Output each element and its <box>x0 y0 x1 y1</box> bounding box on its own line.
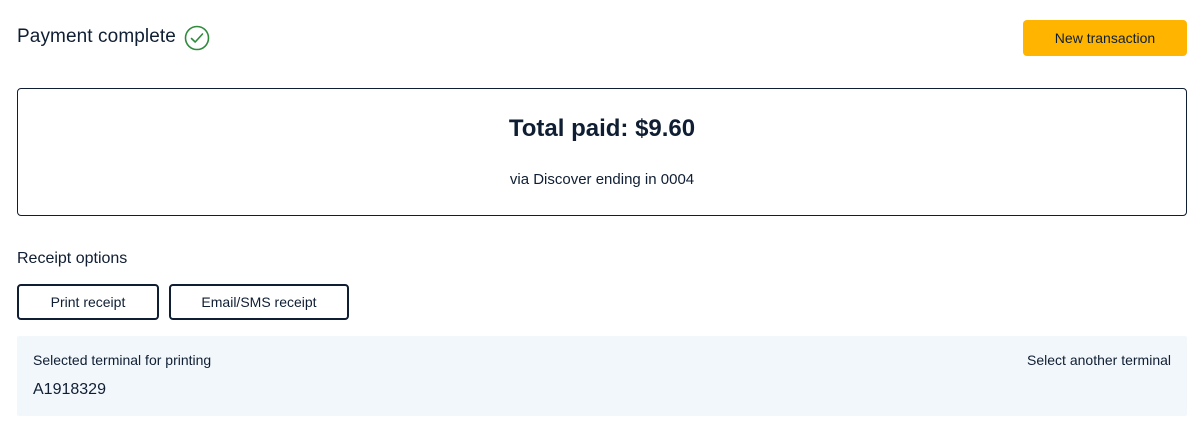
total-paid-amount: Total paid: $9.60 <box>508 115 696 142</box>
terminal-panel: Selected terminal for printing A1918329 … <box>17 336 1187 416</box>
select-another-terminal-link[interactable]: Select another terminal <box>1027 352 1171 368</box>
terminal-label: Selected terminal for printing <box>33 352 212 368</box>
terminal-id: A1918329 <box>33 381 106 398</box>
payment-status-title: Payment complete <box>17 26 176 47</box>
check-circle-icon <box>184 25 210 51</box>
email-sms-receipt-button[interactable]: Email/SMS receipt <box>169 284 349 320</box>
new-transaction-button[interactable]: New transaction <box>1023 20 1187 56</box>
print-receipt-button[interactable]: Print receipt <box>17 284 159 320</box>
page-header: Payment complete New transaction <box>17 20 1187 56</box>
payment-summary-card: Total paid: $9.60 via Discover ending in… <box>17 88 1187 216</box>
payment-method-text: via Discover ending in 0004 <box>509 171 695 188</box>
receipt-options-heading: Receipt options <box>17 250 128 267</box>
